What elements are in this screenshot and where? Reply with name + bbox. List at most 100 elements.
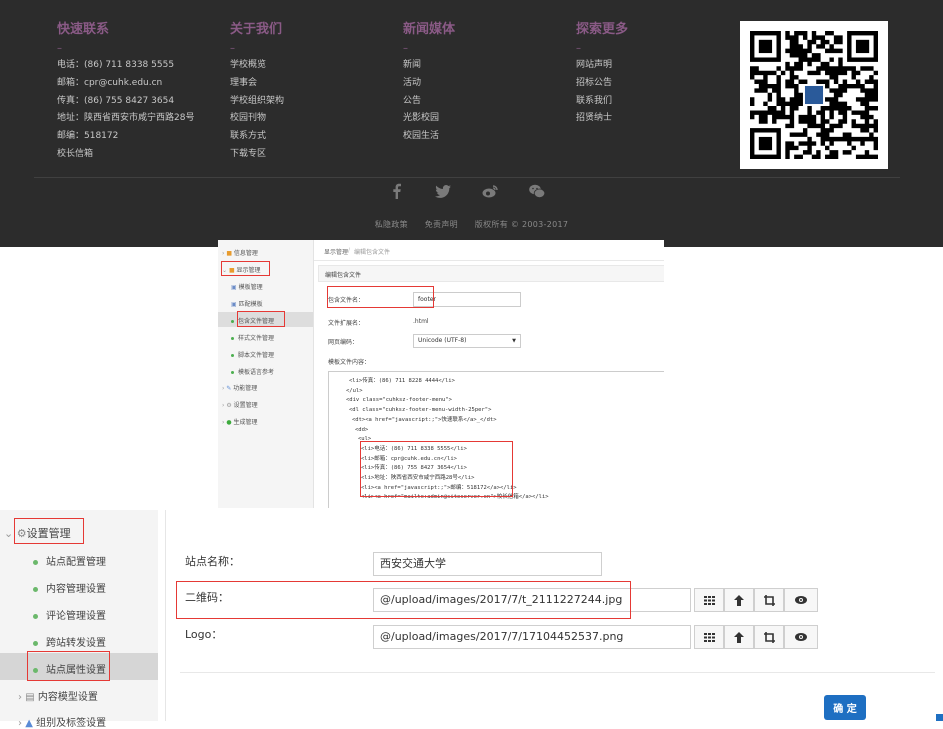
crop-button[interactable] [754, 588, 784, 612]
encoding-value: Unicode (UTF-8) [418, 337, 467, 344]
sidebar-group-tags[interactable]: › ▲ 组别及标签设置 [18, 714, 106, 729]
footer-link[interactable]: 新闻 [403, 57, 563, 75]
site-settings-screenshot: ⌄ ⚙设置管理 站点配置管理 内容管理设置 评论管理设置 跨站转发设置 站点属性… [0, 510, 943, 729]
sidebar-label: 设置管理 [233, 402, 258, 409]
sidebar-item-cross-site[interactable]: 跨站转发设置 [33, 634, 106, 649]
qr-code-image [740, 21, 888, 169]
footer-link[interactable]: 邮箱：cpr@cuhk.edu.cn [57, 75, 217, 93]
site-name-input[interactable]: 西安交通大学 [373, 552, 602, 576]
divider [165, 510, 166, 721]
disclaimer-link[interactable]: 免责声明 [425, 220, 458, 229]
footer-link[interactable]: 下载专区 [230, 146, 390, 164]
ext-label: 文件扩展名： [328, 320, 365, 327]
weibo-icon[interactable] [482, 183, 498, 199]
footer-column-contact: 快速联系 – 电话：(86) 711 8338 5555 邮箱：cpr@cuhk… [57, 18, 217, 164]
footer-link[interactable]: 招贤纳士 [576, 110, 736, 128]
preview-button[interactable] [784, 625, 818, 649]
highlight-box [327, 286, 434, 308]
footer-dash: – [403, 43, 408, 54]
footer-dash: – [230, 43, 235, 54]
code-line: </ul> [346, 387, 363, 394]
sidebar-item-match[interactable]: ▣ 匹配模板 [231, 299, 263, 308]
breadcrumb-current: 编辑包含文件 [354, 249, 391, 256]
footer-link[interactable]: 传真：(86) 755 8427 3654 [57, 93, 217, 111]
editor-sidebar: › ■ 信息管理 ⌄ ■ 显示管理 ▣ 模板管理 ▣ 匹配模板 包含文件管理 样… [218, 240, 314, 508]
sidebar-item-script[interactable]: 脚本文件管理 [231, 350, 274, 359]
sidebar-item-template[interactable]: ▣ 模板管理 [231, 282, 263, 291]
footer-link[interactable]: 学校组织架构 [230, 93, 390, 111]
template-editor-screenshot: › ■ 信息管理 ⌄ ■ 显示管理 ▣ 模板管理 ▣ 匹配模板 包含文件管理 样… [218, 240, 664, 508]
ext-value: .html [413, 318, 429, 325]
preview-button[interactable] [784, 588, 818, 612]
footer-link[interactable]: 公告 [403, 93, 563, 111]
sidebar-label: 评论管理设置 [46, 611, 106, 622]
highlight-box [237, 311, 285, 327]
sidebar-item-site-config[interactable]: 站点配置管理 [33, 553, 106, 568]
corner-marker [936, 714, 943, 721]
footer-link[interactable]: 联系方式 [230, 128, 390, 146]
qr-code-icon [750, 31, 878, 159]
breadcrumb-item[interactable]: 显示管理 [324, 247, 348, 256]
grid-icon [703, 632, 715, 642]
footer-link[interactable]: 学校概览 [230, 57, 390, 75]
footer-link[interactable]: 电话：(86) 711 8338 5555 [57, 57, 217, 75]
facebook-icon[interactable] [389, 183, 405, 199]
footer-dash: – [576, 43, 581, 54]
encoding-select[interactable]: Unicode (UTF-8) ▼ [413, 334, 521, 348]
highlight-box [176, 581, 631, 619]
upload-button[interactable] [724, 588, 754, 612]
footer-link[interactable]: 联系我们 [576, 93, 736, 111]
footer-column-explore: 探索更多 – 网站声明 招标公告 联系我们 招贤纳士 [576, 18, 736, 128]
footer-column-title: 探索更多 [576, 22, 629, 37]
footer-column-title: 新闻媒体 [403, 22, 456, 37]
footer-link[interactable]: 网站声明 [576, 57, 736, 75]
code-line: <dd> [355, 426, 369, 433]
footer-bottom-links: 私隐政策 免责声明 版权所有 © 2003-2017 [0, 219, 943, 230]
sidebar-item-language[interactable]: 模板语言参考 [231, 367, 274, 376]
sidebar-label: 脚本文件管理 [238, 352, 275, 359]
chevron-down-icon: ▼ [512, 338, 516, 344]
crop-icon [763, 594, 775, 606]
footer-link[interactable]: 校长信箱 [57, 146, 217, 164]
sidebar-label: 跨站转发设置 [46, 638, 106, 649]
sidebar-label: 匹配模板 [238, 301, 263, 308]
sidebar-item-content-settings[interactable]: 内容管理设置 [33, 580, 106, 595]
sidebar-group-generate[interactable]: › ● 生成管理 [222, 417, 258, 426]
sidebar-group-content-model[interactable]: › ▤ 内容模型设置 [18, 688, 98, 703]
logo-label: Logo： [185, 628, 223, 641]
sidebar-label: 模板语言参考 [238, 369, 275, 376]
twitter-icon[interactable] [435, 183, 451, 199]
footer-link[interactable]: 招标公告 [576, 75, 736, 93]
crop-icon [763, 631, 775, 643]
footer-link[interactable]: 地址：陕西省西安市咸宁西路28号 [57, 110, 217, 128]
arrow-up-icon [734, 631, 744, 643]
footer-column-title: 关于我们 [230, 22, 283, 37]
upload-button[interactable] [724, 625, 754, 649]
eye-icon [795, 596, 807, 604]
select-image-button[interactable] [694, 625, 724, 649]
wechat-icon[interactable] [529, 183, 545, 199]
logo-path-input[interactable]: @/upload/images/2017/7/17104452537.png [373, 625, 691, 649]
footer-dash: – [57, 43, 62, 54]
footer-link[interactable]: 光影校园 [403, 110, 563, 128]
grid-icon [703, 595, 715, 605]
crop-button[interactable] [754, 625, 784, 649]
footer-link[interactable]: 活动 [403, 75, 563, 93]
confirm-button[interactable]: 确 定 [824, 695, 866, 720]
select-image-button[interactable] [694, 588, 724, 612]
sidebar-group-info[interactable]: › ■ 信息管理 [222, 248, 258, 257]
footer-link[interactable]: 校园刊物 [230, 110, 390, 128]
sidebar-group-settings[interactable]: › ⚙ 设置管理 [222, 400, 258, 409]
sidebar-group-function[interactable]: › ✎ 功能管理 [222, 383, 257, 392]
footer-link[interactable]: 校园生活 [403, 128, 563, 146]
sidebar-item-comment-settings[interactable]: 评论管理设置 [33, 607, 106, 622]
sidebar-label: 内容管理设置 [46, 584, 106, 595]
footer-column-title: 快速联系 [57, 22, 110, 37]
sidebar-item-style[interactable]: 样式文件管理 [231, 333, 274, 342]
divider [180, 672, 935, 673]
footer-link[interactable]: 理事会 [230, 75, 390, 93]
privacy-link[interactable]: 私隐政策 [375, 220, 408, 229]
copyright-text: 版权所有 © 2003-2017 [474, 220, 569, 229]
footer-link[interactable]: 邮编：518172 [57, 128, 217, 146]
arrow-up-icon [734, 594, 744, 606]
